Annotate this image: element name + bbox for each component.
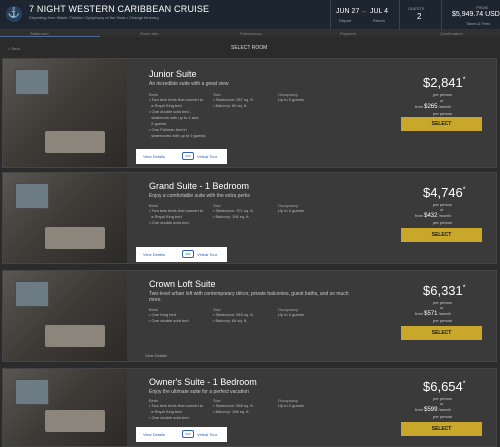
room-description: Enjoy the ultimate suite for a perfect v… bbox=[149, 389, 249, 395]
or-label: or bbox=[440, 401, 444, 406]
select-button[interactable]: SELECT bbox=[401, 326, 482, 340]
return-label: Return bbox=[373, 18, 386, 23]
arrow-right-icon: → bbox=[360, 8, 367, 15]
or-label: or bbox=[440, 98, 444, 103]
guests-value: 2 bbox=[417, 12, 422, 21]
room-card-owners-suite: Owner's Suite - 1 Bedroom Enjoy the ulti… bbox=[2, 368, 497, 447]
price-label: FROM bbox=[476, 5, 488, 10]
room-photo[interactable] bbox=[3, 173, 127, 263]
back-link[interactable]: < Back bbox=[8, 46, 20, 51]
view-details-link[interactable]: View Details bbox=[143, 154, 165, 159]
room-card-crown-loft: Crown Loft Suite Two-level urban loft wi… bbox=[2, 270, 497, 362]
beds-list: • One King bed • One double sofa bed bbox=[149, 312, 189, 323]
room-name: Junior Suite bbox=[149, 69, 197, 79]
tour-links: View Details 360 Virtual Tour bbox=[136, 149, 227, 164]
cruise-subtitle[interactable]: Departing from Miami, Florida • Symphony… bbox=[29, 15, 199, 20]
step-payment: Payment bbox=[340, 31, 356, 36]
tour-links: View Details 360 Virtual Tour bbox=[136, 247, 227, 262]
size-list: • Stateroom: 371 sq. ft. • Balcony: 106 s… bbox=[213, 208, 254, 219]
dates-box[interactable] bbox=[330, 0, 400, 30]
select-button[interactable]: SELECT bbox=[401, 422, 482, 436]
size-list: • Stateroom: 558 sq. ft. • Balcony: 106 s… bbox=[213, 403, 254, 414]
monthly-price: from $265 /month bbox=[415, 104, 451, 110]
room-photo[interactable] bbox=[3, 271, 127, 361]
occupancy-value: Up to 4 guests bbox=[278, 312, 304, 317]
room-name: Owner's Suite - 1 Bedroom bbox=[149, 377, 257, 387]
size-list: • Stateroom: 287 sq. ft. • Balcony: 80 sq… bbox=[213, 97, 254, 108]
select-button[interactable]: SELECT bbox=[401, 228, 482, 242]
virtual-tour-link[interactable]: Virtual Tour bbox=[197, 432, 217, 437]
beds-list: • Two twin beds that convert to a Royal … bbox=[149, 208, 204, 225]
per-person-monthly: per person bbox=[433, 111, 453, 116]
or-label: or bbox=[440, 305, 444, 310]
room-price: $4,746* bbox=[423, 185, 466, 200]
room-name: Crown Loft Suite bbox=[149, 279, 216, 289]
vr-headset-icon[interactable]: 360 bbox=[182, 430, 194, 438]
view-details-link[interactable]: View Details bbox=[143, 432, 165, 437]
occupancy-value: Up to 5 guests bbox=[278, 97, 304, 102]
beds-list: • Two twin beds that convert to a Royal … bbox=[149, 403, 204, 420]
beds-list: • Two twin beds that convert to a Royal … bbox=[149, 97, 206, 138]
per-person-monthly: per person bbox=[433, 318, 453, 323]
depart-label: Depart bbox=[339, 18, 352, 23]
step-room-info: Room Info bbox=[140, 31, 159, 36]
room-card-junior-suite: Junior Suite An incredible suite with a … bbox=[2, 58, 497, 168]
view-details-link[interactable]: View Details bbox=[145, 353, 167, 358]
select-button[interactable]: SELECT bbox=[401, 117, 482, 131]
room-description: An incredible suite with a great view bbox=[149, 81, 229, 87]
or-label: or bbox=[440, 207, 444, 212]
per-person-monthly: per person bbox=[433, 220, 453, 225]
room-name: Grand Suite - 1 Bedroom bbox=[149, 181, 250, 191]
cruise-logo-icon: ⚓ bbox=[6, 6, 22, 22]
step-progress-bar bbox=[0, 36, 100, 37]
room-price: $6,654* bbox=[423, 379, 466, 394]
room-photo[interactable] bbox=[3, 59, 127, 167]
price-note: Taxes & Fees bbox=[466, 21, 491, 26]
room-photo[interactable] bbox=[3, 369, 127, 446]
guests-label: GUESTS bbox=[408, 6, 425, 11]
room-price: $6,331* bbox=[423, 283, 466, 298]
monthly-price: from $571 /month bbox=[415, 311, 451, 317]
per-person: per person bbox=[433, 92, 453, 97]
size-list: • Stateroom: 545 sq. ft. • Balcony: 84 sq… bbox=[213, 312, 254, 323]
occupancy-value: Up to 4 guests bbox=[278, 403, 304, 408]
return-date: JUL 4 bbox=[370, 8, 389, 15]
step-preferences: Preferences bbox=[240, 31, 262, 36]
depart-date: JUN 27 bbox=[336, 8, 360, 15]
virtual-tour-link[interactable]: Virtual Tour bbox=[197, 154, 217, 159]
room-card-grand-suite: Grand Suite - 1 Bedroom Enjoy a comforta… bbox=[2, 172, 497, 264]
step-confirmation: Confirmation bbox=[440, 31, 463, 36]
room-description: Two-level urban loft with contemporary d… bbox=[149, 291, 349, 303]
top-header: ⚓ 7 NIGHT WESTERN CARIBBEAN CRUISE Depar… bbox=[0, 0, 500, 30]
monthly-price: from $432 /month bbox=[415, 213, 451, 219]
vr-headset-icon[interactable]: 360 bbox=[182, 152, 194, 160]
virtual-tour-link[interactable]: Virtual Tour bbox=[197, 252, 217, 257]
tour-links: View Details 360 Virtual Tour bbox=[136, 427, 227, 442]
room-description: Enjoy a comfortable suite with the extra… bbox=[149, 193, 250, 199]
vr-headset-icon[interactable]: 360 bbox=[182, 250, 194, 258]
monthly-price: from $599 /month bbox=[415, 407, 451, 413]
total-price: $5,949.74 USD bbox=[452, 11, 500, 18]
occupancy-value: Up to 4 guests bbox=[278, 208, 304, 213]
room-price: $2,841* bbox=[423, 75, 466, 90]
per-person-monthly: per person bbox=[433, 414, 453, 419]
view-details-link[interactable]: View Details bbox=[143, 252, 165, 257]
cruise-title: 7 NIGHT WESTERN CARIBBEAN CRUISE bbox=[29, 4, 210, 14]
page-title: SELECT ROOM bbox=[231, 45, 268, 51]
